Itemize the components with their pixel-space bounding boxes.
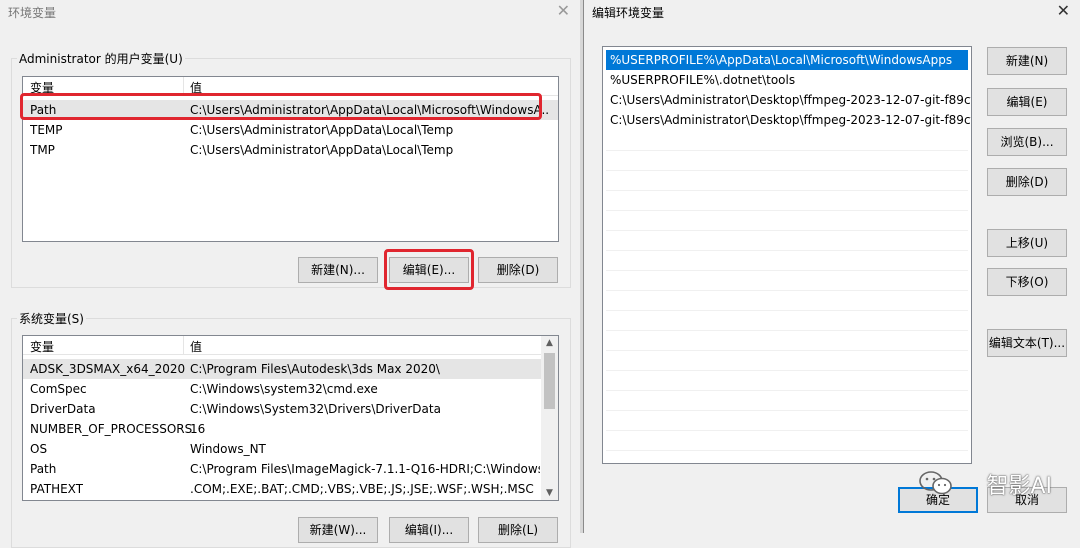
title-bar: 环境变量 ✕ [0, 0, 580, 26]
path-list[interactable]: %USERPROFILE%\AppData\Local\Microsoft\Wi… [602, 46, 972, 464]
header-separator[interactable] [183, 336, 184, 355]
var-name: ComSpec [30, 382, 87, 396]
system-var-row[interactable]: OS Windows_NT [23, 439, 558, 459]
move-down-button[interactable]: 下移(O) [987, 268, 1067, 296]
watermark-text: 智影AI [986, 474, 1052, 499]
system-variables-list[interactable]: 变量 值 ADSK_3DSMAX_x64_2020 C:\Program Fil… [22, 335, 559, 501]
system-var-row[interactable]: Path C:\Program Files\ImageMagick-7.1.1-… [23, 459, 558, 479]
edit-env-variable-window: 编辑环境变量 ✕ %USERPROFILE%\AppData\Local\Mic… [583, 0, 1080, 533]
edit-highlight-box [384, 249, 474, 290]
window-title: 环境变量 [8, 6, 57, 20]
var-value: C:\Program Files\ImageMagick-7.1.1-Q16-H… [190, 462, 540, 476]
edit-path-button[interactable]: 编辑(E) [987, 88, 1067, 116]
env-variables-window: 环境变量 ✕ Administrator 的用户变量(U) 变量 值 Path … [0, 0, 580, 548]
var-value: C:\Users\Administrator\AppData\Local\Tem… [190, 123, 454, 137]
list-gridline [606, 430, 968, 431]
path-text: %USERPROFILE%\.dotnet\tools [610, 73, 796, 87]
path-text: C:\Users\Administrator\Desktop\ffmpeg-20… [610, 113, 972, 127]
var-name: Path [30, 462, 57, 476]
wechat-icon [919, 471, 952, 495]
scroll-down-icon[interactable]: ▼ [542, 488, 557, 498]
list-gridline [606, 410, 968, 411]
path-highlight-box [20, 93, 542, 120]
path-item[interactable]: %USERPROFILE%\.dotnet\tools [606, 70, 968, 90]
list-gridline [606, 170, 968, 171]
system-var-row[interactable]: DriverData C:\Windows\System32\Drivers\D… [23, 399, 558, 419]
system-var-row[interactable]: PATHEXT .COM;.EXE;.BAT;.CMD;.VBS;.VBE;.J… [23, 479, 558, 499]
close-icon[interactable]: ✕ [557, 3, 570, 19]
list-gridline [606, 290, 968, 291]
list-gridline [606, 450, 968, 451]
list-gridline [606, 190, 968, 191]
move-up-button[interactable]: 上移(U) [987, 229, 1067, 257]
list-gridline [606, 390, 968, 391]
system-variables-label: 系统变量(S) [17, 310, 86, 327]
user-variables-label: Administrator 的用户变量(U) [17, 50, 185, 67]
vertical-scrollbar[interactable]: ▲ ▼ [541, 336, 558, 500]
list-gridline [606, 370, 968, 371]
header-value[interactable]: 值 [190, 338, 202, 355]
user-new-button[interactable]: 新建(N)... [298, 257, 378, 283]
list-gridline [606, 150, 968, 151]
system-var-row[interactable]: ADSK_3DSMAX_x64_2020 C:\Program Files\Au… [23, 359, 558, 379]
var-name: NUMBER_OF_PROCESSORS [30, 422, 193, 436]
list-gridline [606, 310, 968, 311]
var-value: C:\Program Files\Autodesk\3ds Max 2020\ [190, 362, 440, 376]
scroll-up-icon[interactable]: ▲ [542, 338, 557, 348]
var-name: ADSK_3DSMAX_x64_2020 [30, 362, 186, 376]
list-gridline [606, 270, 968, 271]
var-value: C:\Users\Administrator\AppData\Local\Tem… [190, 143, 454, 157]
var-name: TMP [30, 143, 55, 157]
user-delete-button[interactable]: 删除(D) [478, 257, 558, 283]
list-gridline [606, 330, 968, 331]
window-title: 编辑环境变量 [592, 6, 665, 20]
list-gridline [606, 210, 968, 211]
header-variable[interactable]: 变量 [30, 338, 54, 355]
system-edit-button[interactable]: 编辑(I)... [389, 517, 469, 543]
system-new-button[interactable]: 新建(W)... [298, 517, 378, 543]
system-delete-button[interactable]: 删除(L) [478, 517, 558, 543]
path-item[interactable]: C:\Users\Administrator\Desktop\ffmpeg-20… [606, 90, 971, 110]
close-icon[interactable]: ✕ [1057, 3, 1070, 19]
user-var-row[interactable]: TMP C:\Users\Administrator\AppData\Local… [23, 140, 558, 160]
var-value: C:\Windows\System32\Drivers\DriverData [190, 402, 441, 416]
title-bar: 编辑环境变量 ✕ [584, 0, 1080, 26]
var-name: OS [30, 442, 48, 456]
var-name: TEMP [30, 123, 63, 137]
path-item[interactable]: %USERPROFILE%\AppData\Local\Microsoft\Wi… [606, 50, 968, 70]
var-value: .COM;.EXE;.BAT;.CMD;.VBS;.VBE;.JS;.JSE;.… [190, 482, 534, 496]
scroll-thumb[interactable] [544, 353, 555, 409]
var-value: 16 [190, 422, 206, 436]
path-item[interactable]: C:\Users\Administrator\Desktop\ffmpeg-20… [606, 110, 971, 130]
list-gridline [606, 230, 968, 231]
var-value: Windows_NT [190, 442, 266, 456]
system-var-row[interactable]: NUMBER_OF_PROCESSORS 16 [23, 419, 558, 439]
path-text: %USERPROFILE%\AppData\Local\Microsoft\Wi… [610, 53, 953, 67]
path-text: C:\Users\Administrator\Desktop\ffmpeg-20… [610, 93, 972, 107]
var-name: DriverData [30, 402, 96, 416]
new-path-button[interactable]: 新建(N) [987, 47, 1067, 75]
list-gridline [606, 350, 968, 351]
browse-button[interactable]: 浏览(B)... [987, 128, 1067, 156]
edit-text-button[interactable]: 编辑文本(T)... [987, 329, 1067, 357]
system-var-row[interactable]: ComSpec C:\Windows\system32\cmd.exe [23, 379, 558, 399]
list-gridline [606, 250, 968, 251]
list-header: 变量 值 [23, 336, 558, 355]
var-name: PATHEXT [30, 482, 84, 496]
var-value: C:\Windows\system32\cmd.exe [190, 382, 378, 396]
delete-path-button[interactable]: 删除(D) [987, 168, 1067, 196]
user-var-row[interactable]: TEMP C:\Users\Administrator\AppData\Loca… [23, 120, 558, 140]
